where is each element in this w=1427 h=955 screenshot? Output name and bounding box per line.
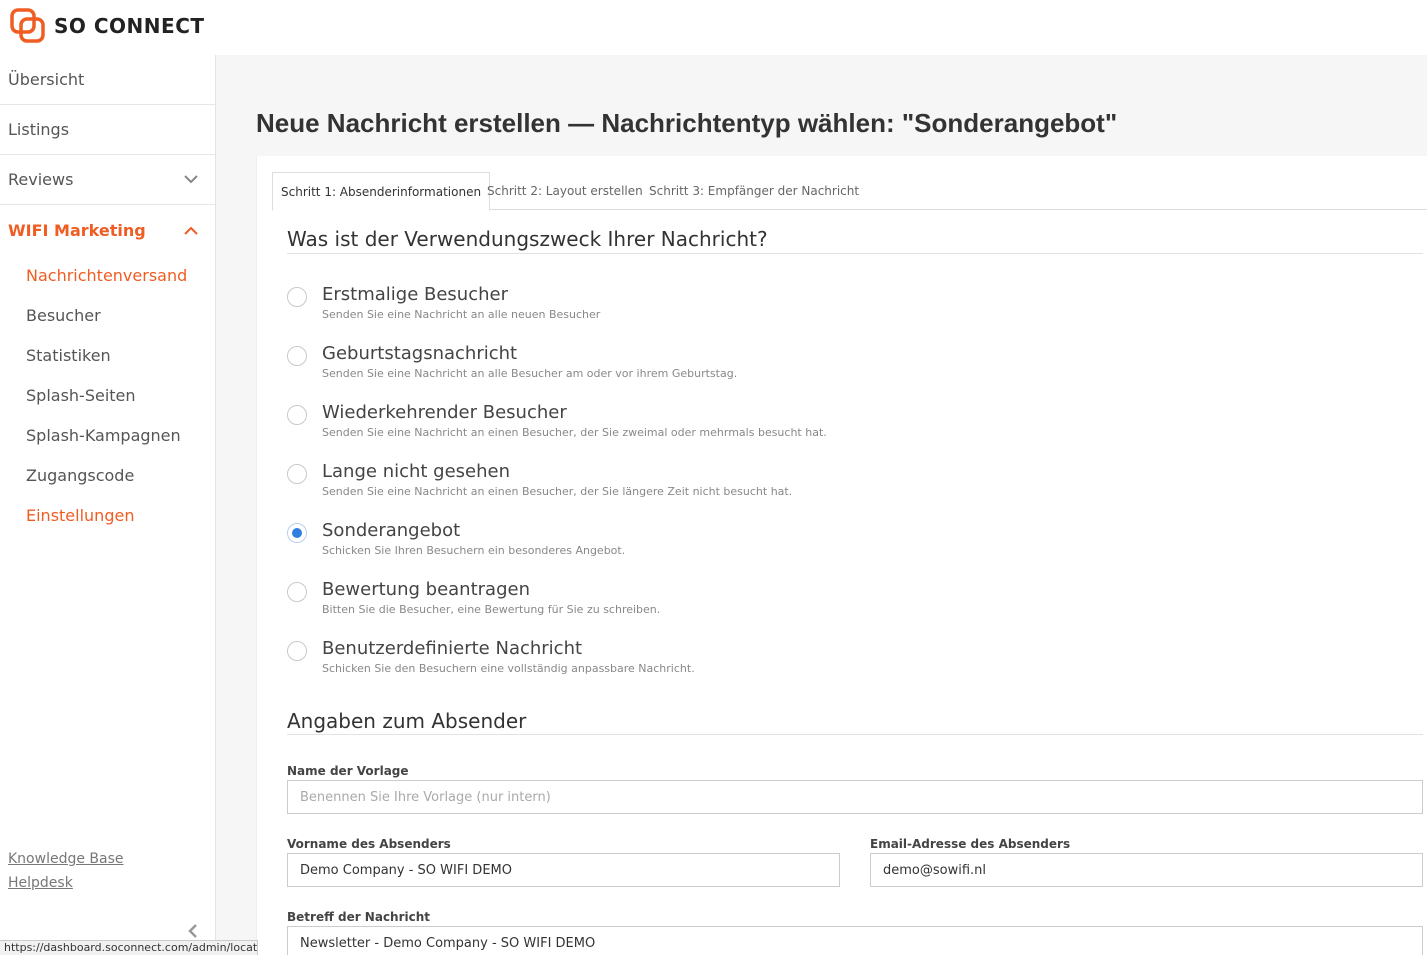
sidebar-footer-links: Knowledge Base Helpdesk (8, 847, 124, 895)
sender-email-input[interactable] (870, 853, 1423, 887)
option-label: Wiederkehrender Besucher (322, 402, 567, 423)
sidebar-subitem-einstellungen[interactable]: Einstellungen (0, 495, 215, 535)
sidebar-item-reviews[interactable]: Reviews (0, 155, 215, 205)
template-name-input[interactable] (287, 780, 1423, 814)
sidebar-item-wifi-marketing[interactable]: WIFI Marketing (0, 205, 215, 255)
option-lange-nicht-gesehen[interactable]: Lange nicht gesehen Senden Sie eine Nach… (287, 461, 1387, 511)
browser-status-url: https://dashboard.soconnect.com/admin/lo… (0, 940, 258, 955)
tab-step-3[interactable]: Schritt 3: Empfänger der Nachricht (641, 172, 867, 210)
sidebar-item-listings[interactable]: Listings (0, 105, 215, 155)
radio-button[interactable] (287, 582, 307, 602)
option-benutzerdefinierte-nachricht[interactable]: Benutzerdefinierte Nachricht Schicken Si… (287, 638, 1387, 688)
sidebar-item-label: WIFI Marketing (8, 220, 146, 240)
sender-first-name-label: Vorname des Absenders (287, 837, 451, 851)
section-divider (287, 734, 1423, 735)
section-divider (287, 253, 1423, 254)
option-description: Senden Sie eine Nachricht an einen Besuc… (322, 426, 827, 439)
sender-email-label: Email-Adresse des Absenders (870, 837, 1071, 851)
option-geburtstagsnachricht[interactable]: Geburtstagsnachricht Senden Sie eine Nac… (287, 343, 1387, 393)
option-label: Sonderangebot (322, 520, 461, 541)
option-label: Lange nicht gesehen (322, 461, 511, 482)
page-title: Neue Nachricht erstellen — Nachrichtenty… (256, 108, 1118, 138)
collapse-sidebar-button[interactable] (184, 923, 202, 941)
template-name-label: Name der Vorlage (287, 764, 409, 778)
radio-button[interactable] (287, 641, 307, 661)
option-label: Bewertung beantragen (322, 579, 530, 600)
sidebar-subitem-splash-kampagnen[interactable]: Splash-Kampagnen (0, 415, 215, 455)
radio-button[interactable] (287, 346, 307, 366)
chevron-up-icon (183, 222, 199, 238)
radio-button[interactable] (287, 405, 307, 425)
option-wiederkehrender-besucher[interactable]: Wiederkehrender Besucher Senden Sie eine… (287, 402, 1387, 452)
subject-input[interactable] (287, 926, 1423, 955)
option-description: Schicken Sie Ihren Besuchern ein besonde… (322, 544, 626, 557)
option-sonderangebot[interactable]: Sonderangebot Schicken Sie Ihren Besuche… (287, 520, 1387, 570)
sidebar-item-label: Reviews (8, 170, 74, 189)
sender-section-title: Angaben zum Absender (287, 709, 527, 733)
step-tabs: Schritt 1: Absenderinformationen Schritt… (272, 172, 1427, 211)
radio-button[interactable] (287, 287, 307, 307)
subject-label: Betreff der Nachricht (287, 910, 431, 924)
option-label: Erstmalige Besucher (322, 284, 508, 305)
option-erstmalige-besucher[interactable]: Erstmalige Besucher Senden Sie eine Nach… (287, 284, 1387, 334)
top-header: SO CONNECT (0, 0, 1427, 55)
sidebar-item-label: Listings (8, 120, 70, 139)
option-bewertung-beantragen[interactable]: Bewertung beantragen Bitten Sie die Besu… (287, 579, 1387, 629)
brand-logo[interactable]: SO CONNECT (10, 8, 205, 44)
option-description: Bitten Sie die Besucher, eine Bewertung … (322, 603, 661, 616)
chevron-left-icon (188, 923, 198, 942)
sidebar: Übersicht Listings Reviews WIFI Marketin… (0, 55, 216, 955)
sidebar-item-label: Übersicht (8, 70, 85, 89)
sidebar-subitem-besucher[interactable]: Besucher (0, 295, 215, 335)
sidebar-subitem-statistiken[interactable]: Statistiken (0, 335, 215, 375)
sidebar-subitem-zugangscode[interactable]: Zugangscode (0, 455, 215, 495)
tab-step-2[interactable]: Schritt 2: Layout erstellen (479, 172, 651, 210)
option-description: Senden Sie eine Nachricht an alle neuen … (322, 308, 601, 321)
so-connect-logo-icon (10, 8, 46, 44)
option-description: Senden Sie eine Nachricht an alle Besuch… (322, 367, 738, 380)
radio-button[interactable] (287, 464, 307, 484)
helpdesk-link[interactable]: Helpdesk (8, 871, 124, 895)
sidebar-item-uebersicht[interactable]: Übersicht (0, 55, 215, 105)
message-form-card: Schritt 1: Absenderinformationen Schritt… (256, 156, 1427, 955)
sidebar-subitem-nachrichtenversand[interactable]: Nachrichtenversand (0, 255, 215, 295)
option-label: Benutzerdefinierte Nachricht (322, 638, 583, 659)
brand-name: SO CONNECT (54, 14, 205, 38)
sidebar-subitem-splash-seiten[interactable]: Splash-Seiten (0, 375, 215, 415)
chevron-down-icon (183, 172, 199, 188)
option-description: Schicken Sie den Besuchern eine vollstän… (322, 662, 695, 675)
knowledge-base-link[interactable]: Knowledge Base (8, 847, 124, 871)
tab-step-1[interactable]: Schritt 1: Absenderinformationen (272, 172, 491, 211)
option-description: Senden Sie eine Nachricht an einen Besuc… (322, 485, 793, 498)
purpose-section-title: Was ist der Verwendungszweck Ihrer Nachr… (287, 227, 768, 251)
wifi-marketing-submenu: Nachrichtenversand Besucher Statistiken … (0, 255, 215, 535)
sender-first-name-input[interactable] (287, 853, 840, 887)
radio-button-selected[interactable] (287, 523, 307, 543)
option-label: Geburtstagsnachricht (322, 343, 518, 364)
